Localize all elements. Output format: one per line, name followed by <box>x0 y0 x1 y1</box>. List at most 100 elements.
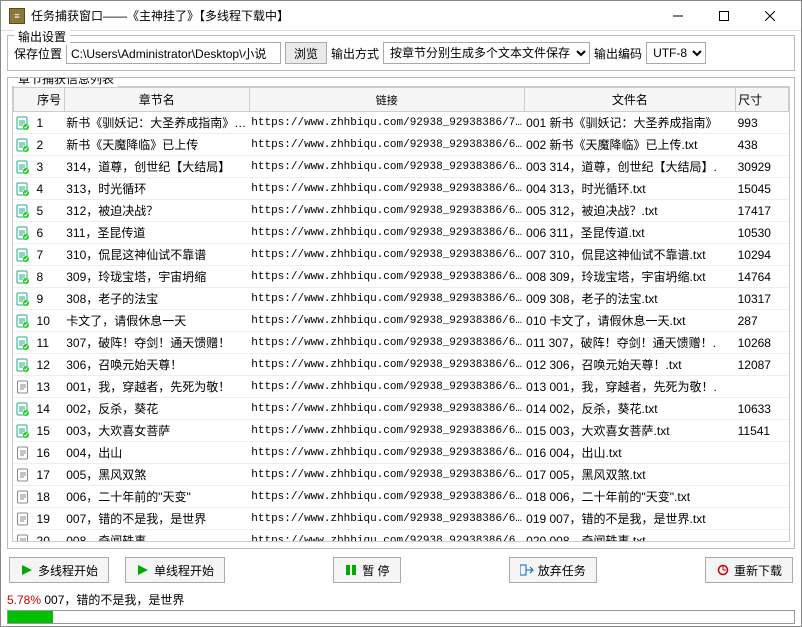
cell-seq: 2 <box>33 134 65 156</box>
cell-file: 003 314，道尊，创世纪【大结局】. <box>524 156 735 178</box>
table-row[interactable]: 8309，玲珑宝塔，宇宙坍缩https://www.zhhbiqu.com/92… <box>14 266 789 288</box>
table-row[interactable]: 14002，反杀，葵花https://www.zhhbiqu.com/92938… <box>14 398 789 420</box>
cell-size: 10633 <box>736 398 789 420</box>
cell-seq: 6 <box>33 222 65 244</box>
cell-name: 新书《驯妖记：大圣养成指南》已上 <box>64 112 249 134</box>
cell-name: 309，玲珑宝塔，宇宙坍缩 <box>64 266 249 288</box>
cell-link: https://www.zhhbiqu.com/92938_92938386/6… <box>249 420 524 442</box>
button-bar: 多线程开始 单线程开始 暂 停 放弃任务 重新下载 <box>1 551 801 589</box>
cell-seq: 7 <box>33 244 65 266</box>
play-green-icon <box>20 563 34 577</box>
table-row[interactable]: 4313，时光循环https://www.zhhbiqu.com/92938_9… <box>14 178 789 200</box>
th-link[interactable]: 链接 <box>249 88 524 112</box>
table-wrap[interactable]: 序号 章节名 链接 文件名 尺寸 1新书《驯妖记：大圣养成指南》已上https:… <box>12 86 790 542</box>
cell-name: 307，破阵！夺剑！通天馈赠！ <box>64 332 249 354</box>
cell-file: 006 311，圣昆传道.txt <box>524 222 735 244</box>
table-row[interactable]: 13001，我，穿越者，先死为敬！https://www.zhhbiqu.com… <box>14 376 789 398</box>
table-row[interactable]: 11307，破阵！夺剑！通天馈赠！https://www.zhhbiqu.com… <box>14 332 789 354</box>
maximize-button[interactable] <box>701 2 747 30</box>
play-green-icon <box>136 563 150 577</box>
cell-size: 10294 <box>736 244 789 266</box>
cell-name: 002，反杀，葵花 <box>64 398 249 420</box>
single-thread-start-button[interactable]: 单线程开始 <box>125 557 225 583</box>
table-row[interactable]: 2新书《天魔降临》已上传https://www.zhhbiqu.com/9293… <box>14 134 789 156</box>
cell-name: 003，大欢喜女菩萨 <box>64 420 249 442</box>
cell-file: 019 007，错的不是我，是世界.txt <box>524 508 735 530</box>
chapter-list-group: 章节捕获信息列表 序号 章节名 链接 文件名 尺寸 1新书《驯妖记：大圣养成指南… <box>7 77 795 549</box>
cell-link: https://www.zhhbiqu.com/92938_92938386/6… <box>249 442 524 464</box>
chapter-list-legend: 章节捕获信息列表 <box>14 77 118 87</box>
close-button[interactable] <box>747 2 793 30</box>
status-icon <box>14 310 33 332</box>
browse-button[interactable]: 浏览 <box>285 42 327 64</box>
cell-file: 002 新书《天魔降临》已上传.txt <box>524 134 735 156</box>
output-settings-group: 输出设置 保存位置 浏览 输出方式 按章节分别生成多个文本文件保存 输出编码 U… <box>7 35 795 71</box>
table-row[interactable]: 3314，道尊，创世纪【大结局】https://www.zhhbiqu.com/… <box>14 156 789 178</box>
pause-icon <box>344 563 358 577</box>
redownload-button[interactable]: 重新下载 <box>705 557 793 583</box>
cell-size: 15045 <box>736 178 789 200</box>
cell-seq: 20 <box>33 530 65 543</box>
cell-file: 020 008，奇闻轶事.txt <box>524 530 735 543</box>
status-icon <box>14 222 33 244</box>
table-row[interactable]: 10卡文了，请假休息一天https://www.zhhbiqu.com/9293… <box>14 310 789 332</box>
cell-seq: 15 <box>33 420 65 442</box>
table-row[interactable]: 6311，圣昆传道https://www.zhhbiqu.com/92938_9… <box>14 222 789 244</box>
cell-size: 10317 <box>736 288 789 310</box>
table-row[interactable]: 5312，被迫决战？https://www.zhhbiqu.com/92938_… <box>14 200 789 222</box>
output-mode-label: 输出方式 <box>331 45 379 62</box>
cell-size: 10530 <box>736 222 789 244</box>
refresh-icon <box>716 563 730 577</box>
status-icon <box>14 464 33 486</box>
status-icon <box>14 530 33 543</box>
cell-size <box>736 486 789 508</box>
redownload-label: 重新下载 <box>734 562 782 579</box>
th-icon[interactable] <box>14 88 33 112</box>
cell-file: 017 005，黑风双煞.txt <box>524 464 735 486</box>
table-row[interactable]: 17005，黑风双煞https://www.zhhbiqu.com/92938_… <box>14 464 789 486</box>
cell-seq: 19 <box>33 508 65 530</box>
status-icon <box>14 376 33 398</box>
abandon-button[interactable]: 放弃任务 <box>509 557 597 583</box>
cell-file: 018 006，二十年前的"天变".txt <box>524 486 735 508</box>
multi-thread-start-button[interactable]: 多线程开始 <box>9 557 109 583</box>
encoding-select[interactable]: UTF-8 <box>646 42 706 64</box>
pause-button[interactable]: 暂 停 <box>333 557 400 583</box>
cell-seq: 4 <box>33 178 65 200</box>
cell-name: 311，圣昆传道 <box>64 222 249 244</box>
th-file[interactable]: 文件名 <box>524 88 735 112</box>
cell-link: https://www.zhhbiqu.com/92938_92938386/6… <box>249 156 524 178</box>
cell-name: 308，老子的法宝 <box>64 288 249 310</box>
cell-size: 12087 <box>736 354 789 376</box>
output-mode-select[interactable]: 按章节分别生成多个文本文件保存 <box>383 42 590 64</box>
table-row[interactable]: 12306，召唤元始天尊！https://www.zhhbiqu.com/929… <box>14 354 789 376</box>
cell-name: 001，我，穿越者，先死为敬！ <box>64 376 249 398</box>
minimize-button[interactable] <box>655 2 701 30</box>
cell-size <box>736 530 789 543</box>
cell-link: https://www.zhhbiqu.com/92938_92938386/6… <box>249 244 524 266</box>
cell-link: https://www.zhhbiqu.com/92938_92938386/6… <box>249 486 524 508</box>
table-row[interactable]: 18006，二十年前的"天变"https://www.zhhbiqu.com/9… <box>14 486 789 508</box>
cell-size <box>736 376 789 398</box>
cell-link: https://www.zhhbiqu.com/92938_92938386/6… <box>249 508 524 530</box>
th-seq[interactable]: 序号 <box>33 88 65 112</box>
table-row[interactable]: 9308，老子的法宝https://www.zhhbiqu.com/92938_… <box>14 288 789 310</box>
cell-link: https://www.zhhbiqu.com/92938_92938386/6… <box>249 354 524 376</box>
cell-seq: 3 <box>33 156 65 178</box>
cell-file: 012 306，召唤元始天尊！.txt <box>524 354 735 376</box>
save-path-input[interactable] <box>66 42 281 64</box>
arrow-right-icon <box>520 563 534 577</box>
cell-seq: 8 <box>33 266 65 288</box>
table-row[interactable]: 20008，奇闻轶事https://www.zhhbiqu.com/92938_… <box>14 530 789 543</box>
table-row[interactable]: 15003，大欢喜女菩萨https://www.zhhbiqu.com/9293… <box>14 420 789 442</box>
th-name[interactable]: 章节名 <box>64 88 249 112</box>
cell-file: 015 003，大欢喜女菩萨.txt <box>524 420 735 442</box>
cell-link: https://www.zhhbiqu.com/92938_92938386/7… <box>249 112 524 134</box>
table-row[interactable]: 1新书《驯妖记：大圣养成指南》已上https://www.zhhbiqu.com… <box>14 112 789 134</box>
output-settings-legend: 输出设置 <box>14 28 70 45</box>
th-size[interactable]: 尺寸 <box>736 88 789 112</box>
table-row[interactable]: 19007，错的不是我，是世界https://www.zhhbiqu.com/9… <box>14 508 789 530</box>
table-row[interactable]: 16004，出山https://www.zhhbiqu.com/92938_92… <box>14 442 789 464</box>
table-row[interactable]: 7310，侃昆这神仙试不靠谱https://www.zhhbiqu.com/92… <box>14 244 789 266</box>
status-icon <box>14 354 33 376</box>
